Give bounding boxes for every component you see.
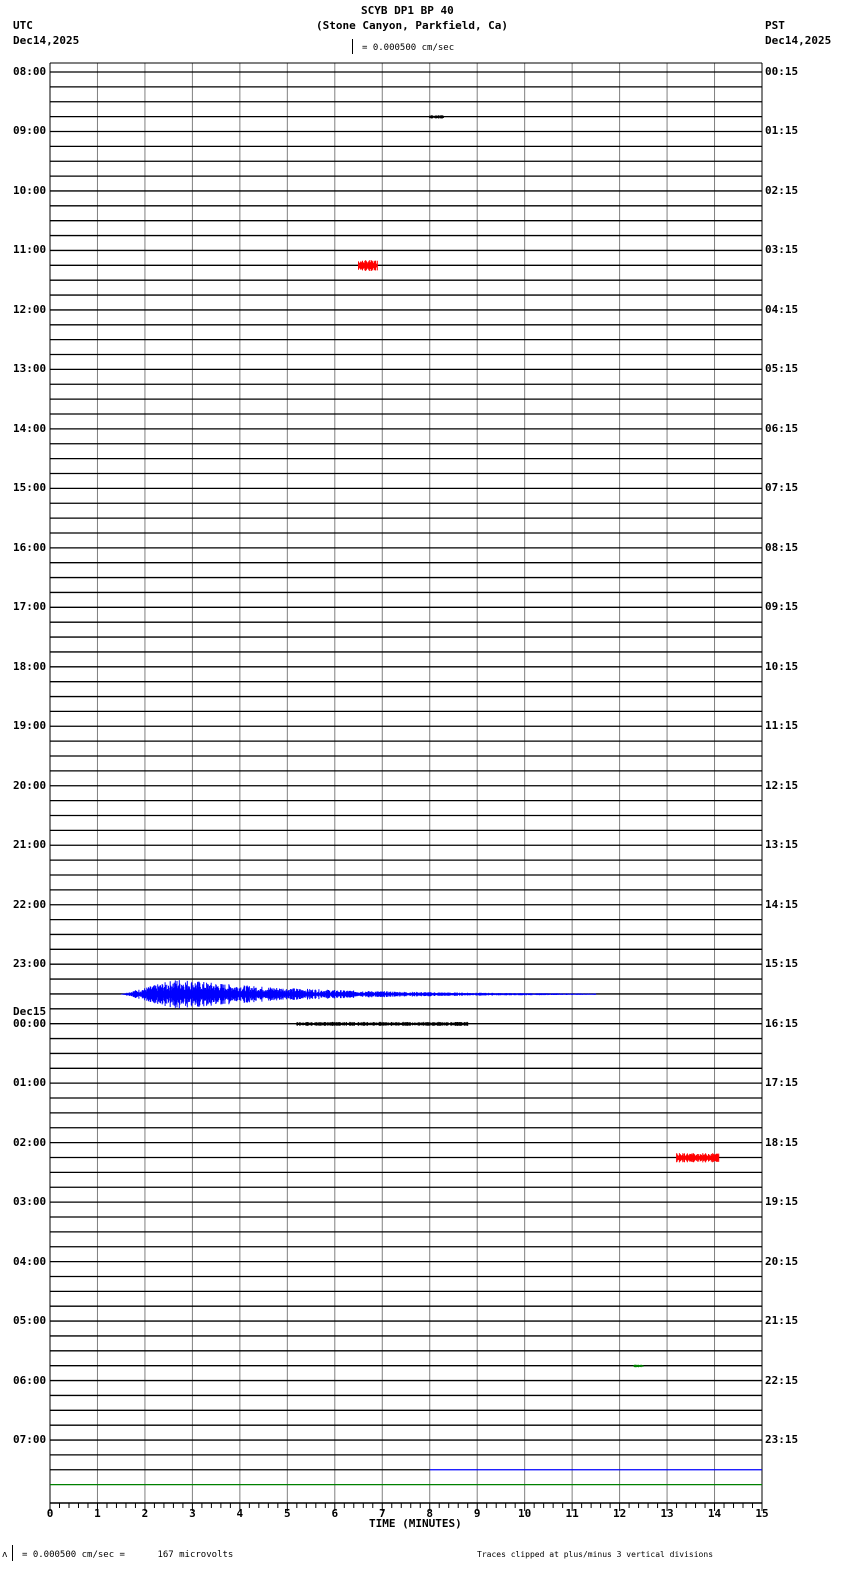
seismic-event bbox=[358, 260, 378, 271]
x-tick-label: 11 bbox=[566, 1507, 580, 1520]
utc-hour-label: 07:00 bbox=[13, 1433, 47, 1447]
pst-hour-label: 20:15 bbox=[765, 1254, 799, 1268]
pst-hour-label: 02:15 bbox=[765, 183, 799, 197]
utc-hour-label: 08:00 bbox=[13, 65, 47, 78]
pst-hour-label: 01:15 bbox=[765, 124, 799, 138]
utc-hour-label: 19:00 bbox=[13, 719, 47, 733]
x-tick-label: 14 bbox=[708, 1507, 722, 1520]
utc-hour-label: 14:00 bbox=[13, 421, 47, 435]
utc-hour-label: 21:00 bbox=[13, 838, 47, 852]
pst-hour-label: 09:15 bbox=[765, 600, 799, 614]
x-tick-label: 0 bbox=[47, 1507, 54, 1520]
pst-hour-label: 03:15 bbox=[765, 243, 799, 257]
x-tick-label: 12 bbox=[613, 1507, 626, 1520]
pst-hour-label: 13:15 bbox=[765, 838, 799, 852]
pst-hour-label: 00:15 bbox=[765, 65, 799, 78]
x-tick-label: 15 bbox=[755, 1507, 768, 1520]
x-tick-label: 9 bbox=[474, 1507, 481, 1520]
utc-hour-label: 15:00 bbox=[13, 481, 47, 495]
utc-hour-label: 17:00 bbox=[13, 600, 47, 614]
utc-hour-label: 02:00 bbox=[13, 1135, 47, 1149]
pst-hour-label: 08:15 bbox=[765, 540, 799, 554]
pst-hour-label: 23:15 bbox=[765, 1433, 799, 1447]
seismic-event bbox=[633, 1364, 644, 1368]
utc-hour-label: 20:00 bbox=[13, 778, 47, 792]
seismic-event bbox=[676, 1153, 720, 1163]
x-tick-label: 2 bbox=[142, 1507, 149, 1520]
pst-hour-label: 15:15 bbox=[765, 957, 799, 971]
utc-hour-label: 11:00 bbox=[13, 243, 47, 257]
x-axis-label: TIME (MINUTES) bbox=[369, 1517, 462, 1530]
utc-hour-label: 13:00 bbox=[13, 362, 47, 376]
pst-hour-label: 07:15 bbox=[765, 481, 799, 495]
pst-hour-label: 21:15 bbox=[765, 1314, 799, 1328]
utc-hour-label: 12:00 bbox=[13, 302, 47, 316]
pst-hour-label: 10:15 bbox=[765, 659, 799, 673]
x-tick-label: 5 bbox=[284, 1507, 291, 1520]
seismogram-plot: 0 1 2 3 4 5 6 7 8 9 10 11 12 13 14 15 bbox=[47, 62, 769, 1520]
pst-hour-label: 12:15 bbox=[765, 778, 799, 792]
utc-hour-label: 23:00 bbox=[13, 957, 47, 971]
utc-hour-label: 03:00 bbox=[13, 1195, 47, 1209]
pst-hour-label: 14:15 bbox=[765, 897, 799, 911]
utc-hour-label: 16:00 bbox=[13, 540, 47, 554]
utc-hour-label: 10:00 bbox=[13, 183, 47, 197]
utc-hour-label: 18:00 bbox=[13, 659, 47, 673]
pst-hour-label: 22:15 bbox=[765, 1373, 799, 1387]
footer-scale-bar-icon bbox=[12, 1545, 13, 1561]
x-tick-label: 1 bbox=[94, 1507, 101, 1520]
pst-hour-label: 17:15 bbox=[765, 1076, 799, 1090]
pst-hour-label: 04:15 bbox=[765, 302, 799, 316]
pst-hour-label: 19:15 bbox=[765, 1195, 799, 1209]
x-tick-label: 13 bbox=[660, 1507, 673, 1520]
x-tick-label: 3 bbox=[189, 1507, 196, 1520]
utc-hour-label: 00:00 bbox=[13, 1016, 47, 1030]
pst-hour-label: 05:15 bbox=[765, 362, 799, 376]
utc-hour-label: 06:00 bbox=[13, 1373, 47, 1387]
footer-mark: ʌ bbox=[2, 1550, 8, 1560]
pst-hour-label: 06:15 bbox=[765, 421, 799, 435]
pst-hour-label: 18:15 bbox=[765, 1135, 799, 1149]
utc-hour-label: 05:00 bbox=[13, 1314, 47, 1328]
date-change-label: Dec15 bbox=[13, 1004, 47, 1018]
pst-hour-label: 16:15 bbox=[765, 1016, 799, 1030]
utc-hour-label: 09:00 bbox=[13, 124, 47, 138]
utc-hour-label: 22:00 bbox=[13, 897, 47, 911]
clip-note: Traces clipped at plus/minus 3 vertical … bbox=[477, 1550, 714, 1559]
pst-hour-label: 11:15 bbox=[765, 719, 799, 733]
seismic-event bbox=[429, 115, 444, 119]
x-tick-label: 4 bbox=[237, 1507, 244, 1520]
utc-hour-label: 01:00 bbox=[13, 1076, 47, 1090]
utc-hour-label: 04:00 bbox=[13, 1254, 47, 1268]
footer-scale-text: = 0.000500 cm/sec = 167 microvolts bbox=[22, 1550, 234, 1560]
x-tick-label: 10 bbox=[518, 1507, 531, 1520]
x-tick-label: 6 bbox=[331, 1507, 338, 1520]
